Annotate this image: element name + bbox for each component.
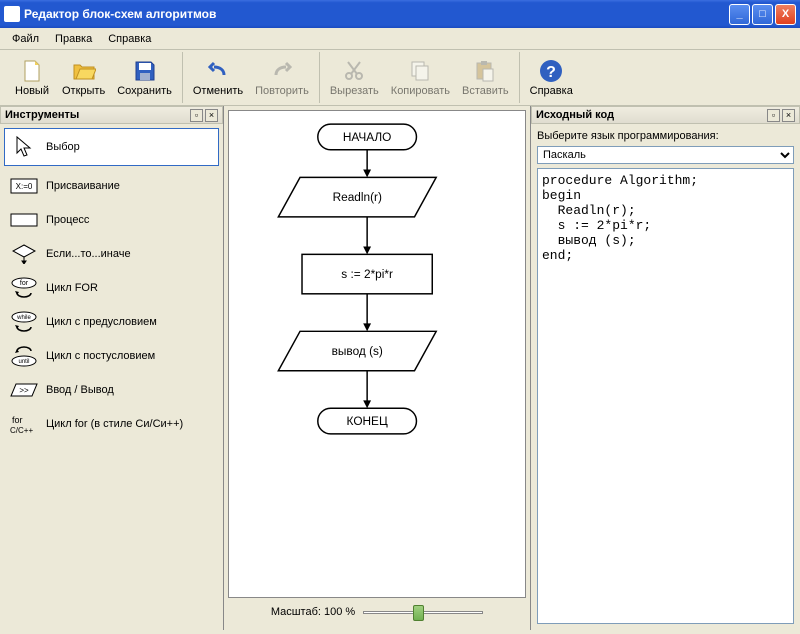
paste-icon xyxy=(473,59,497,83)
undo-button[interactable]: Отменить xyxy=(187,57,249,99)
zoom-bar: Масштаб: 100 % xyxy=(228,598,526,626)
panel-close-button[interactable]: × xyxy=(782,109,795,122)
close-button[interactable]: X xyxy=(775,4,796,25)
process-icon xyxy=(10,210,38,230)
end-node[interactable]: КОНЕЦ xyxy=(318,408,417,434)
copy-button[interactable]: Копировать xyxy=(385,57,456,99)
svg-text:s := 2*pi*r: s := 2*pi*r xyxy=(341,267,393,281)
cut-button[interactable]: Вырезать xyxy=(324,57,385,99)
tools-panel-title: Инструменты xyxy=(5,109,188,121)
language-select[interactable]: Паскаль xyxy=(537,146,794,164)
svg-text:for: for xyxy=(12,415,23,425)
help-icon: ? xyxy=(539,59,563,83)
tool-cfor[interactable]: forC/C++ Цикл for (в стиле Си/Си++) xyxy=(4,410,219,438)
menu-help[interactable]: Справка xyxy=(100,31,159,47)
until-loop-icon: until xyxy=(10,346,38,366)
panel-pin-button[interactable]: ▫ xyxy=(190,109,203,122)
open-button[interactable]: Открыть xyxy=(56,57,111,99)
start-node[interactable]: НАЧАЛО xyxy=(318,124,417,150)
for-loop-icon: for xyxy=(10,278,38,298)
source-code[interactable]: procedure Algorithm; begin Readln(r); s … xyxy=(537,168,794,624)
svg-text:while: while xyxy=(16,315,31,321)
menu-file[interactable]: Файл xyxy=(4,31,47,47)
tool-process[interactable]: Процесс xyxy=(4,206,219,234)
language-label: Выберите язык программирования: xyxy=(537,130,794,142)
titlebar: Редактор блок-схем алгоритмов _ □ X xyxy=(0,0,800,28)
maximize-button[interactable]: □ xyxy=(752,4,773,25)
svg-text:until: until xyxy=(18,359,29,365)
svg-text:Readln(r): Readln(r) xyxy=(333,190,382,204)
code-panel-title: Исходный код xyxy=(536,109,765,121)
diamond-icon xyxy=(10,244,38,264)
redo-button[interactable]: Повторить xyxy=(249,57,315,99)
tool-until[interactable]: until Цикл с постусловием xyxy=(4,342,219,370)
svg-text:for: for xyxy=(20,280,29,287)
svg-text:КОНЕЦ: КОНЕЦ xyxy=(347,414,388,428)
io-icon: >> xyxy=(10,380,38,400)
cfor-icon: forC/C++ xyxy=(10,414,38,434)
cursor-icon xyxy=(10,137,38,157)
new-button[interactable]: Новый xyxy=(8,57,56,99)
open-folder-icon xyxy=(72,59,96,83)
canvas-panel: НАЧАЛО Readln(r) s := 2*pi*r xyxy=(224,106,530,630)
window-title: Редактор блок-схем алгоритмов xyxy=(24,7,729,21)
paste-button[interactable]: Вставить xyxy=(456,57,515,99)
panel-pin-button[interactable]: ▫ xyxy=(767,109,780,122)
tools-panel: Инструменты ▫ × Выбор X:=0 Присваивание … xyxy=(0,106,224,630)
tool-while[interactable]: while Цикл с предусловием xyxy=(4,308,219,336)
zoom-slider[interactable] xyxy=(363,602,483,622)
tool-assign[interactable]: X:=0 Присваивание xyxy=(4,172,219,200)
panel-close-button[interactable]: × xyxy=(205,109,218,122)
process-node[interactable]: s := 2*pi*r xyxy=(302,254,432,293)
svg-text:НАЧАЛО: НАЧАЛО xyxy=(343,130,392,144)
scissors-icon xyxy=(342,59,366,83)
zoom-label: Масштаб: 100 % xyxy=(271,606,355,618)
toolbar: Новый Открыть Сохранить Отменить Повтори… xyxy=(0,50,800,106)
help-button[interactable]: ? Справка xyxy=(524,57,579,99)
svg-text:X:=0: X:=0 xyxy=(16,182,33,191)
tool-select[interactable]: Выбор xyxy=(4,128,219,166)
save-button[interactable]: Сохранить xyxy=(111,57,178,99)
output-node[interactable]: вывод (s) xyxy=(278,331,436,370)
svg-text:>>: >> xyxy=(19,386,29,395)
menubar: Файл Правка Справка xyxy=(0,28,800,50)
svg-text:C/C++: C/C++ xyxy=(10,426,33,435)
svg-text:вывод (s): вывод (s) xyxy=(332,344,383,358)
tool-for[interactable]: for Цикл FOR xyxy=(4,274,219,302)
code-panel: Исходный код ▫ × Выберите язык программи… xyxy=(530,106,800,630)
redo-icon xyxy=(270,59,294,83)
app-icon xyxy=(4,6,20,22)
new-file-icon xyxy=(20,59,44,83)
copy-icon xyxy=(408,59,432,83)
flowchart-canvas[interactable]: НАЧАЛО Readln(r) s := 2*pi*r xyxy=(228,110,526,598)
assign-icon: X:=0 xyxy=(10,176,38,196)
while-loop-icon: while xyxy=(10,312,38,332)
svg-text:?: ? xyxy=(546,64,556,81)
menu-edit[interactable]: Правка xyxy=(47,31,100,47)
minimize-button[interactable]: _ xyxy=(729,4,750,25)
undo-icon xyxy=(206,59,230,83)
tool-io[interactable]: >> Ввод / Вывод xyxy=(4,376,219,404)
save-floppy-icon xyxy=(133,59,157,83)
tool-if[interactable]: Если...то...иначе xyxy=(4,240,219,268)
input-node[interactable]: Readln(r) xyxy=(278,177,436,216)
